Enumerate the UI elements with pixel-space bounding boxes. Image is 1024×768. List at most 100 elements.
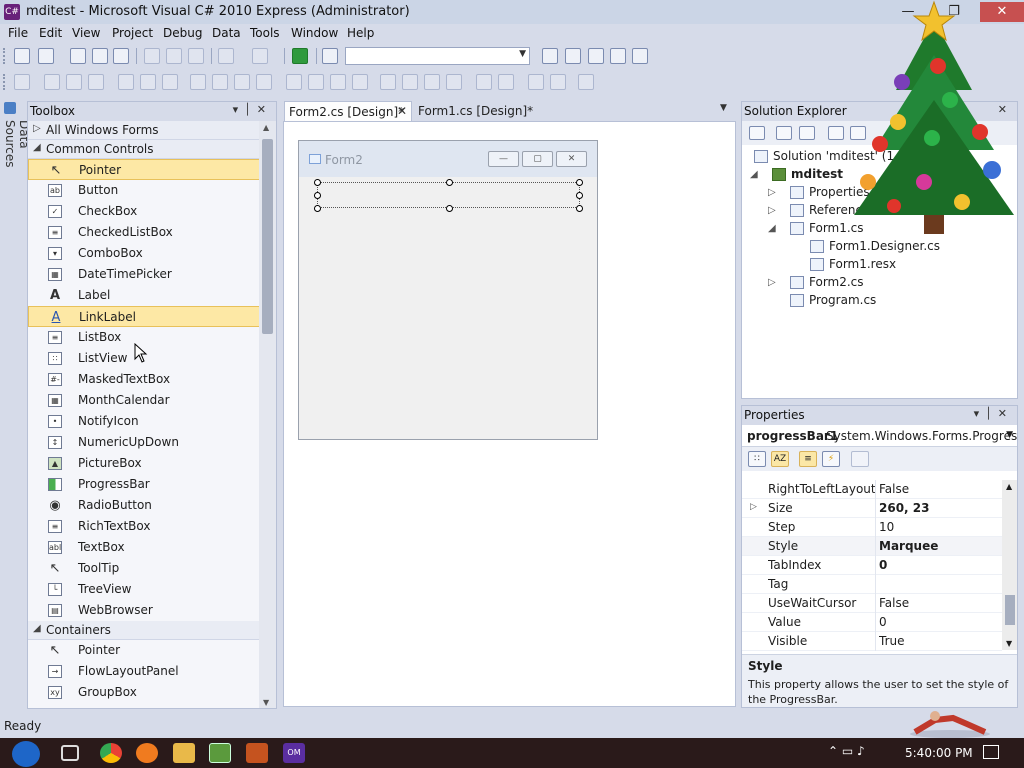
visual-csharp-icon[interactable] xyxy=(209,743,231,763)
toolbox-item-label[interactable]: A Label xyxy=(28,285,260,306)
task-view-icon[interactable] xyxy=(61,745,79,761)
properties-icon[interactable] xyxy=(749,126,765,140)
scroll-thumb[interactable] xyxy=(1005,595,1015,625)
find-combo[interactable]: ▼ xyxy=(345,47,530,65)
menu-data[interactable]: Data xyxy=(212,26,241,40)
scroll-thumb[interactable] xyxy=(262,139,273,334)
vertical-spacing-icon[interactable] xyxy=(380,74,396,90)
windows-start-icon[interactable] xyxy=(12,741,40,767)
horizontal-spacing-icon[interactable] xyxy=(286,74,302,90)
toolbox-item-pointer[interactable]: ↖ Pointer xyxy=(28,159,260,180)
toolbox-item-notifyicon[interactable]: • NotifyIcon xyxy=(28,411,260,432)
scroll-down-icon[interactable]: ▼ xyxy=(1006,639,1012,648)
toolbox-item-groupbox[interactable]: xy GroupBox xyxy=(28,682,260,703)
scroll-up-icon[interactable]: ▲ xyxy=(263,123,269,132)
property-row-selected[interactable]: Style Marquee xyxy=(742,537,1002,556)
taskbar-clock[interactable]: 5:40:00 PM xyxy=(905,746,973,760)
toolbox-item-progressbar[interactable]: ProgressBar xyxy=(28,474,260,495)
scroll-up-icon[interactable]: ▲ xyxy=(1006,482,1012,491)
refresh-icon[interactable] xyxy=(799,126,815,140)
properties-view-icon[interactable]: ≡ xyxy=(799,451,817,467)
resize-handle[interactable] xyxy=(314,205,321,212)
decrease-vertical-spacing-icon[interactable] xyxy=(424,74,440,90)
toolbox-item-numericupdown[interactable]: ↕ NumericUpDown xyxy=(28,432,260,453)
group-containers[interactable]: ◢ Containers xyxy=(28,621,260,640)
om-app-icon[interactable]: OM xyxy=(283,743,305,763)
properties-scrollbar[interactable]: ▲ ▼ xyxy=(1002,480,1017,650)
property-row[interactable]: UseWaitCursor False xyxy=(742,594,1002,613)
align-to-grid-icon[interactable] xyxy=(14,74,30,90)
collapse-arrow-icon[interactable]: ▷ xyxy=(768,205,776,216)
remove-spacing-icon[interactable] xyxy=(352,74,368,90)
toolbox-item-webbrowser[interactable]: ▤ WebBrowser xyxy=(28,600,260,621)
center-horizontally-icon[interactable] xyxy=(476,74,492,90)
toolbar-grip[interactable] xyxy=(3,48,6,64)
align-rights-icon[interactable] xyxy=(88,74,104,90)
toolbox-item-monthcalendar[interactable]: ▦ MonthCalendar xyxy=(28,390,260,411)
property-row[interactable]: Tag xyxy=(742,575,1002,594)
resize-handle[interactable] xyxy=(314,179,321,186)
group-common-controls[interactable]: ◢ Common Controls xyxy=(28,140,260,159)
menu-tools[interactable]: Tools xyxy=(250,26,280,40)
menu-help[interactable]: Help xyxy=(347,26,374,40)
progressbar1-control[interactable] xyxy=(314,179,583,212)
toolbox-item-linklabel[interactable]: A LinkLabel xyxy=(28,306,260,327)
increase-vertical-spacing-icon[interactable] xyxy=(402,74,418,90)
extension-icon[interactable] xyxy=(610,48,626,64)
tab-order-icon[interactable] xyxy=(578,74,594,90)
size-to-grid-icon[interactable] xyxy=(256,74,272,90)
events-icon[interactable]: ⚡ xyxy=(822,451,840,467)
add-item-icon[interactable] xyxy=(38,48,54,64)
menu-view[interactable]: View xyxy=(72,26,100,40)
window-position-icon[interactable]: ▾ xyxy=(233,103,245,116)
show-all-files-icon[interactable] xyxy=(776,126,792,140)
resize-handle[interactable] xyxy=(446,205,453,212)
property-row[interactable]: Visible True xyxy=(742,632,1002,651)
copy-icon[interactable] xyxy=(166,48,182,64)
tab-form2-design[interactable]: Form2.cs [Design]* ✕ xyxy=(284,101,412,121)
close-icon[interactable]: ✕ xyxy=(257,103,272,116)
resize-handle[interactable] xyxy=(576,179,583,186)
start-page-icon[interactable] xyxy=(632,48,648,64)
app-icon[interactable] xyxy=(246,743,268,763)
toolbox-item-picturebox[interactable]: ▲ PictureBox xyxy=(28,453,260,474)
expand-arrow-icon[interactable]: ◢ xyxy=(750,169,758,180)
toolbox-item-pointer-containers[interactable]: ↖ Pointer xyxy=(28,640,260,661)
pin-icon[interactable]: │ xyxy=(244,103,257,116)
toolbox-item-checkbox[interactable]: ✓ CheckBox xyxy=(28,201,260,222)
find-in-files-icon[interactable] xyxy=(322,48,338,64)
alphabetical-icon[interactable]: AZ xyxy=(771,451,789,467)
menu-debug[interactable]: Debug xyxy=(163,26,202,40)
chrome-icon[interactable] xyxy=(100,743,122,763)
toolbox-window-icon[interactable] xyxy=(588,48,604,64)
close-tab-icon[interactable]: ✕ xyxy=(397,104,407,118)
menu-window[interactable]: Window xyxy=(291,26,338,40)
resize-handle[interactable] xyxy=(446,179,453,186)
toolbox-item-tooltip[interactable]: ↖ ToolTip xyxy=(28,558,260,579)
save-all-icon[interactable] xyxy=(113,48,129,64)
scroll-down-icon[interactable]: ▼ xyxy=(263,698,269,707)
toolbox-item-flowlayoutpanel[interactable]: → FlowLayoutPanel xyxy=(28,661,260,682)
toolbar-grip[interactable] xyxy=(3,74,6,90)
object-selector[interactable]: progressBar1 System.Windows.Forms.Progre… xyxy=(742,425,1017,447)
window-position-icon[interactable]: ▾ xyxy=(974,407,986,420)
action-center-icon[interactable] xyxy=(983,745,999,759)
property-row[interactable]: RightToLeftLayout False xyxy=(742,480,1002,499)
remove-vertical-spacing-icon[interactable] xyxy=(446,74,462,90)
toolbox-item-radiobutton[interactable]: ◉ RadioButton xyxy=(28,495,260,516)
make-same-width-icon[interactable] xyxy=(190,74,206,90)
toolbox-item-datetimepicker[interactable]: ▦ DateTimePicker xyxy=(28,264,260,285)
tab-form1-design[interactable]: Form1.cs [Design]* xyxy=(414,101,554,121)
toolbox-scrollbar[interactable]: ▲ ▼ xyxy=(259,121,276,708)
expand-arrow-icon[interactable]: ◢ xyxy=(768,223,776,234)
close-icon[interactable]: ✕ xyxy=(998,407,1013,420)
toolbox-item-textbox[interactable]: abl TextBox xyxy=(28,537,260,558)
paste-icon[interactable] xyxy=(188,48,204,64)
property-row[interactable]: ▷ Size 260, 23 xyxy=(742,499,1002,518)
toolbox-item-maskedtextbox[interactable]: #- MaskedTextBox xyxy=(28,369,260,390)
bring-to-front-icon[interactable] xyxy=(528,74,544,90)
expand-arrow-icon[interactable]: ▷ xyxy=(750,502,757,512)
make-same-height-icon[interactable] xyxy=(212,74,228,90)
undo-icon[interactable] xyxy=(218,48,234,64)
increase-spacing-icon[interactable] xyxy=(308,74,324,90)
